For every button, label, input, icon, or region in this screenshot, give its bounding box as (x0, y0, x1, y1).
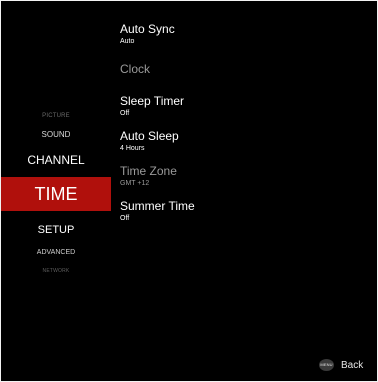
back-label: Back (341, 359, 364, 371)
setting-label: Time Zone (120, 164, 177, 178)
setting-label: Summer Time (120, 199, 195, 213)
setting-value: Off (120, 110, 130, 117)
setting-value: Auto (120, 38, 135, 45)
nav-advanced[interactable]: ADVANCED (1, 249, 111, 256)
setting-label: Sleep Timer (120, 94, 185, 108)
nav-sound[interactable]: SOUND (1, 130, 111, 139)
nav-setup[interactable]: SETUP (1, 224, 111, 236)
setting-auto-sleep[interactable]: Auto Sleep 4 Hours (120, 129, 360, 153)
setting-label: Auto Sleep (120, 129, 179, 143)
setting-sleep-timer[interactable]: Sleep Timer Off (120, 94, 360, 118)
tv-settings-screen: PICTURE SOUND CHANNEL TIME SETUP ADVANCE… (1, 1, 377, 381)
setting-clock: Clock (120, 62, 360, 76)
setting-value: 4 Hours (120, 145, 145, 152)
nav-time-selected[interactable]: TIME (1, 177, 111, 211)
menu-button-icon: MENU (319, 359, 334, 371)
setting-auto-sync[interactable]: Auto Sync Auto (120, 22, 360, 46)
nav-channel[interactable]: CHANNEL (1, 153, 111, 167)
setting-value: GMT +12 (120, 180, 150, 187)
setting-summer-time[interactable]: Summer Time Off (120, 199, 360, 223)
back-hint[interactable]: MENU Back (319, 359, 363, 371)
setting-label: Clock (120, 62, 151, 76)
setting-time-zone: Time Zone GMT +12 (120, 164, 360, 188)
setting-label: Auto Sync (120, 22, 175, 36)
setting-value: Off (120, 215, 130, 222)
nav-picture[interactable]: PICTURE (1, 113, 111, 119)
nav-network[interactable]: NETWORK (1, 268, 111, 274)
